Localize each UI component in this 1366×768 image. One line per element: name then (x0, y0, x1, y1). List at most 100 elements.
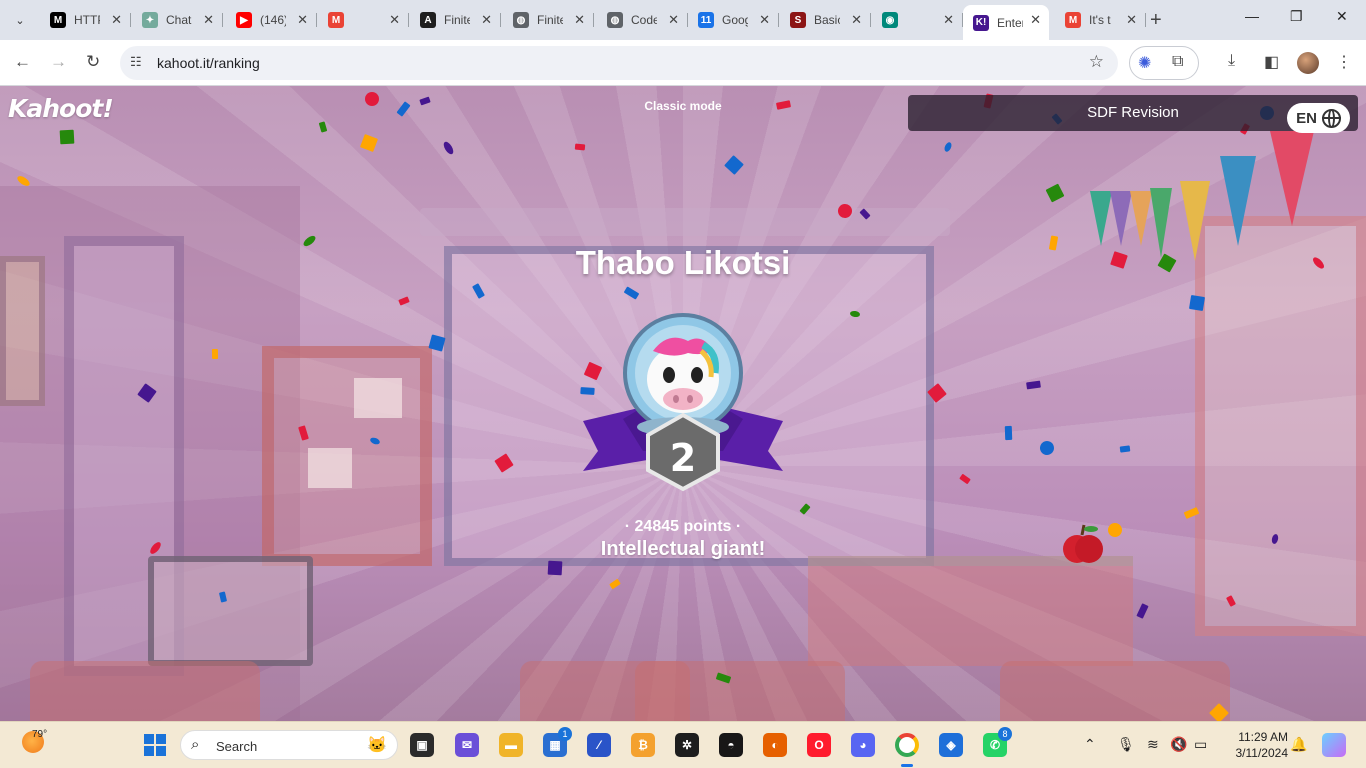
new-tab-button[interactable]: + (1150, 9, 1162, 32)
browser-toolbar: ← → ↻ ☷ kahoot.it/ranking ☆ ✺ ⧉ ⤓ ◧ ⋮ (0, 40, 1366, 86)
notion-icon: M (50, 12, 66, 28)
figma-icon[interactable]: ✲ (675, 733, 699, 757)
teams-chat-icon[interactable]: ✉ (455, 733, 479, 757)
file-explorer-icon[interactable]: ▬ (499, 733, 523, 757)
close-tab-icon[interactable]: ✕ (574, 12, 585, 28)
close-tab-icon[interactable]: ✕ (668, 12, 679, 28)
close-tab-icon[interactable]: ✕ (851, 12, 862, 28)
browser-tab[interactable]: ▶ (146) ✕ (226, 5, 317, 35)
browser-tab[interactable]: 11 Google ✕ (688, 5, 779, 35)
close-tab-icon[interactable]: ✕ (1126, 12, 1137, 28)
show-hidden-icons-chevron[interactable]: ⌃ (1084, 736, 1096, 753)
close-window-icon[interactable]: ✕ (1336, 8, 1348, 25)
language-selector[interactable]: EN (1287, 103, 1350, 133)
wall-picture (0, 256, 45, 406)
notification-bell-icon[interactable]: 🔔 (1290, 736, 1307, 753)
close-tab-icon[interactable]: ✕ (943, 12, 954, 28)
browser-tab[interactable]: ◍ Finite ✕ (503, 5, 594, 35)
stanford-icon: S (790, 12, 806, 28)
apple-icon (1063, 524, 1103, 563)
browser-tab[interactable]: M HTTP ✕ (40, 5, 131, 35)
desk-chair (635, 661, 845, 721)
tab-title: Basic (814, 13, 840, 27)
language-code: EN (1296, 109, 1317, 127)
battery-icon[interactable]: ▭ (1194, 736, 1207, 753)
capture-app-icon[interactable]: ◈ (939, 733, 963, 757)
teacher-desk (808, 556, 1133, 666)
globe-icon (1321, 108, 1341, 128)
firefox-icon[interactable]: ◐ (763, 733, 787, 757)
tab-title: Finite (537, 13, 563, 27)
download-icon[interactable]: ⤓ (1228, 52, 1235, 70)
bookmark-star-icon[interactable]: ☆ (1089, 52, 1104, 72)
browser-tab[interactable]: S Basic ✕ (780, 5, 871, 35)
back-arrow-icon[interactable]: ← (14, 52, 31, 72)
side-panel-icon[interactable]: ◧ (1264, 52, 1279, 72)
close-tab-icon[interactable]: ✕ (203, 12, 214, 28)
close-tab-icon[interactable]: ✕ (481, 12, 492, 28)
opera-icon[interactable]: O (807, 733, 831, 757)
copilot-icon[interactable] (1322, 733, 1346, 757)
chrome-icon[interactable] (895, 733, 919, 757)
close-tab-icon[interactable]: ✕ (759, 12, 770, 28)
classroom-window (1195, 216, 1366, 636)
browser-tab[interactable]: M It's t ✕ (1055, 5, 1146, 35)
store-badge: 1 (558, 727, 572, 741)
github-icon[interactable]: ◓ (719, 733, 743, 757)
windows-start-icon[interactable] (144, 734, 166, 756)
youtube-icon: ▶ (236, 12, 252, 28)
forward-arrow-icon[interactable]: → (50, 52, 67, 72)
award-title: Intellectual giant! (600, 538, 766, 560)
system-clock[interactable]: 11:29 AM 3/11/2024 (1224, 729, 1289, 761)
clock-date: 3/11/2024 (1235, 746, 1289, 760)
meet-icon: ◉ (882, 12, 898, 28)
url-text[interactable]: kahoot.it/ranking (157, 55, 260, 71)
browser-tab[interactable]: ◍ Code ✕ (597, 5, 688, 35)
player-nickname: Thabo Likotsi (575, 244, 791, 281)
browser-tab[interactable]: K! Enter ✕ (963, 5, 1049, 40)
chrome-menu-icon[interactable]: ⋮ (1336, 52, 1352, 72)
site-info-icon[interactable]: ☷ (130, 54, 142, 70)
close-tab-icon[interactable]: ✕ (389, 12, 400, 28)
windows-taskbar: 79° ⌕ Search 🐱 ▣ ✉ ▬ ▦ 1 ⁄ ₿ ✲ ◓ ◐ O ◕ ◈… (0, 721, 1366, 768)
laptop-illustration (148, 556, 313, 666)
ai-extension-icon[interactable]: ✺ (1138, 53, 1151, 73)
tab-title: HTTP (74, 13, 100, 27)
minimize-icon[interactable]: — (1245, 8, 1259, 24)
clock-time: 11:29 AM (1238, 730, 1288, 744)
task-view-icon[interactable]: ▣ (410, 733, 434, 757)
confetti-piece (59, 129, 75, 145)
close-tab-icon[interactable]: ✕ (111, 12, 122, 28)
profile-avatar[interactable] (1297, 52, 1319, 74)
game-mode-label: Classic mode (644, 99, 722, 113)
weather-temperature[interactable]: 79° (32, 729, 47, 740)
maximize-icon[interactable]: ❐ (1290, 8, 1303, 25)
cursor-app-icon[interactable]: ⁄ (587, 733, 611, 757)
confetti-piece (365, 92, 379, 106)
taskbar-search[interactable]: ⌕ Search 🐱 (180, 730, 398, 760)
search-label: Search (216, 739, 258, 754)
bitcoin-app-icon[interactable]: ₿ (631, 733, 655, 757)
wifi-icon[interactable]: ≋ (1147, 736, 1159, 753)
browser-tab[interactable]: ✦ ChatGPT ✕ (132, 5, 223, 35)
close-tab-icon[interactable]: ✕ (297, 12, 308, 28)
reload-icon[interactable]: ↻ (86, 52, 100, 72)
browser-tab[interactable]: A Finite ✕ (410, 5, 501, 35)
microphone-icon[interactable]: 🎙 (1117, 736, 1135, 753)
address-bar[interactable]: ☷ kahoot.it/ranking ☆ (120, 46, 1118, 80)
puzzle-extensions-icon[interactable]: ⧉ (1172, 53, 1183, 71)
discord-icon[interactable]: ◕ (851, 733, 875, 757)
tab-title: ChatGPT (166, 13, 192, 27)
kahoot-logo[interactable]: Kahoot! (8, 94, 114, 123)
tab-search-button[interactable]: ⌄ (8, 8, 32, 32)
browser-tab-strip: ⌄ MHTTP✕✦ChatGPT✕▶(146)✕M✕AFinite✕◍Finit… (0, 0, 1366, 40)
confetti-piece (547, 560, 563, 576)
speaker-muted-icon[interactable]: 🔇 (1170, 736, 1187, 753)
confetti-piece (211, 348, 219, 360)
confetti-piece (1188, 294, 1206, 312)
rank-number: 2 (669, 436, 697, 480)
close-tab-icon[interactable]: ✕ (1030, 12, 1041, 28)
browser-tab[interactable]: M ✕ (318, 5, 409, 35)
browser-tab[interactable]: ◉ ✕ (872, 5, 963, 35)
confetti-piece (574, 143, 586, 151)
